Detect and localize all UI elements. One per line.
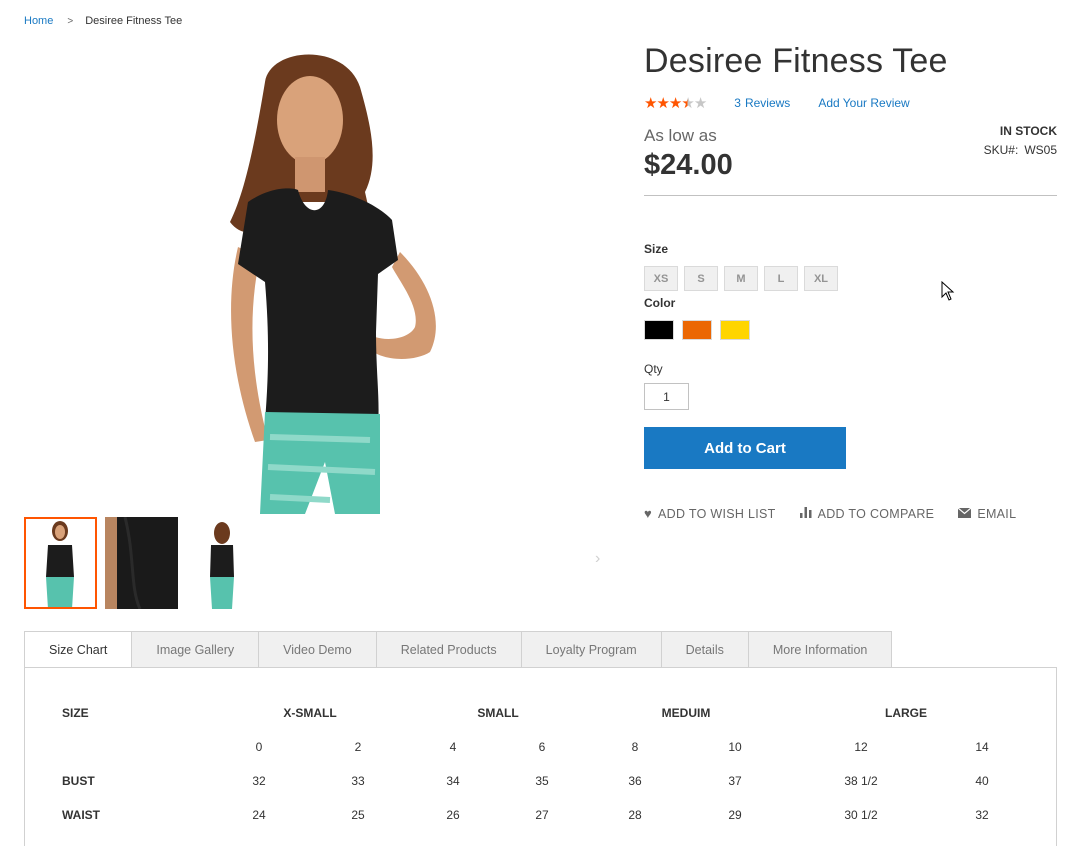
size-swatches: XS S M L XL xyxy=(644,266,838,291)
table-cell: 26 xyxy=(446,808,460,822)
table-row-label: WAIST xyxy=(62,808,100,822)
table-cell: 27 xyxy=(535,808,549,822)
table-cell: 25 xyxy=(351,808,365,822)
breadcrumb-current: Desiree Fitness Tee xyxy=(85,15,183,27)
table-cell: 30 1/2 xyxy=(844,808,878,822)
tab-image-gallery[interactable]: Image Gallery xyxy=(132,631,260,668)
color-swatches xyxy=(644,320,750,340)
table-row-label: BUST xyxy=(62,774,95,788)
table-cell: 28 xyxy=(628,808,642,822)
qty-label: Qty xyxy=(644,362,663,376)
chevron-right-icon[interactable]: › xyxy=(595,550,600,568)
product-main-image[interactable] xyxy=(130,42,480,514)
table-cell: 10 xyxy=(728,740,742,754)
color-swatch-orange[interactable] xyxy=(682,320,712,340)
rating-stars: ★ ★ ★ ★ ★ xyxy=(644,94,707,112)
size-swatch-xs[interactable]: XS xyxy=(644,266,678,291)
table-header-cell: MEDUIM xyxy=(661,706,711,720)
star-icon: ★ xyxy=(644,95,657,112)
color-swatch-black[interactable] xyxy=(644,320,674,340)
table-cell: 29 xyxy=(728,808,742,822)
table-row: 0 2 4 6 8 10 12 14 xyxy=(24,740,1057,760)
table-cell: 38 1/2 xyxy=(844,774,878,788)
product-title: Desiree Fitness Tee xyxy=(644,42,948,80)
size-swatch-xl[interactable]: XL xyxy=(804,266,838,291)
tab-related-products[interactable]: Related Products xyxy=(376,631,522,668)
star-icon: ★ xyxy=(656,95,669,112)
tab-more-information[interactable]: More Information xyxy=(748,631,893,668)
table-row: BUST 32 33 34 35 36 37 38 1/2 40 xyxy=(24,774,1057,794)
table-cell: 6 xyxy=(538,740,546,754)
thumbnail-strip xyxy=(24,517,259,609)
product-social-actions: ♥ ADD TO WISH LIST ADD TO COMPARE EMAIL xyxy=(644,506,1016,521)
star-icon: ★ xyxy=(693,95,707,112)
tab-loyalty-program[interactable]: Loyalty Program xyxy=(521,631,662,668)
table-cell: 32 xyxy=(975,808,989,822)
email-link[interactable]: EMAIL xyxy=(957,506,1016,521)
table-header-cell: LARGE xyxy=(885,706,927,720)
add-to-wishlist-link[interactable]: ♥ ADD TO WISH LIST xyxy=(644,506,776,521)
thumbnail-detail[interactable] xyxy=(105,517,178,609)
add-to-cart-button[interactable]: Add to Cart xyxy=(644,427,846,469)
product-tabs: Size Chart Image Gallery Video Demo Rela… xyxy=(24,631,893,668)
tab-size-chart[interactable]: Size Chart xyxy=(24,631,133,668)
table-cell: 12 xyxy=(854,740,868,754)
thumbnail-back[interactable] xyxy=(186,517,259,609)
table-header-cell: SMALL xyxy=(477,706,519,720)
table-cell: 4 xyxy=(449,740,457,754)
bar-chart-icon xyxy=(799,506,812,521)
table-cell: 35 xyxy=(535,774,549,788)
size-swatch-s[interactable]: S xyxy=(684,266,718,291)
table-cell: 37 xyxy=(728,774,742,788)
product-price: $24.00 xyxy=(644,149,733,181)
color-label: Color xyxy=(644,296,676,310)
table-cell: 40 xyxy=(975,774,989,788)
table-cell: 8 xyxy=(631,740,639,754)
table-cell: 34 xyxy=(446,774,460,788)
tab-video-demo[interactable]: Video Demo xyxy=(259,631,377,668)
add-review-link[interactable]: Add Your Review xyxy=(818,96,909,110)
sku: SKU#: WS05 xyxy=(983,143,1057,157)
table-cell: 36 xyxy=(628,774,642,788)
table-cell: 14 xyxy=(975,740,989,754)
tab-details[interactable]: Details xyxy=(661,631,749,668)
heart-icon: ♥ xyxy=(644,506,653,521)
size-swatch-l[interactable]: L xyxy=(764,266,798,291)
size-swatch-m[interactable]: M xyxy=(724,266,758,291)
divider xyxy=(644,195,1057,196)
color-swatch-yellow[interactable] xyxy=(720,320,750,340)
half-star-icon: ★ xyxy=(681,95,694,112)
table-row: WAIST 24 25 26 27 28 29 30 1/2 32 xyxy=(24,808,1057,828)
table-header-cell: X-SMALL xyxy=(283,706,337,720)
table-header-cell: SIZE xyxy=(62,706,89,720)
table-cell: 24 xyxy=(252,808,266,822)
add-to-compare-link[interactable]: ADD TO COMPARE xyxy=(799,506,935,521)
table-cell: 2 xyxy=(354,740,362,754)
envelope-icon xyxy=(957,506,972,521)
mouse-pointer-icon xyxy=(941,280,955,301)
table-cell: 33 xyxy=(351,774,365,788)
chevron-right-icon: > xyxy=(67,15,74,27)
reviews-link[interactable]: 3 Reviews xyxy=(734,96,790,110)
table-header-row: SIZE X-SMALL SMALL MEDUIM LARGE xyxy=(24,706,1057,726)
star-icon: ★ xyxy=(668,95,682,112)
price-prefix: As low as xyxy=(644,126,717,145)
qty-input[interactable] xyxy=(644,383,689,410)
breadcrumb-home-link[interactable]: Home xyxy=(24,15,53,27)
size-label: Size xyxy=(644,242,669,256)
thumbnail-front[interactable] xyxy=(24,517,97,609)
table-cell: 32 xyxy=(252,774,266,788)
rating-summary: ★ ★ ★ ★ ★ 3 Reviews Add Your Review xyxy=(644,94,910,112)
stock-status: IN STOCK xyxy=(999,124,1057,138)
table-cell: 0 xyxy=(255,740,263,754)
breadcrumb: Home > Desiree Fitness Tee xyxy=(24,15,182,27)
